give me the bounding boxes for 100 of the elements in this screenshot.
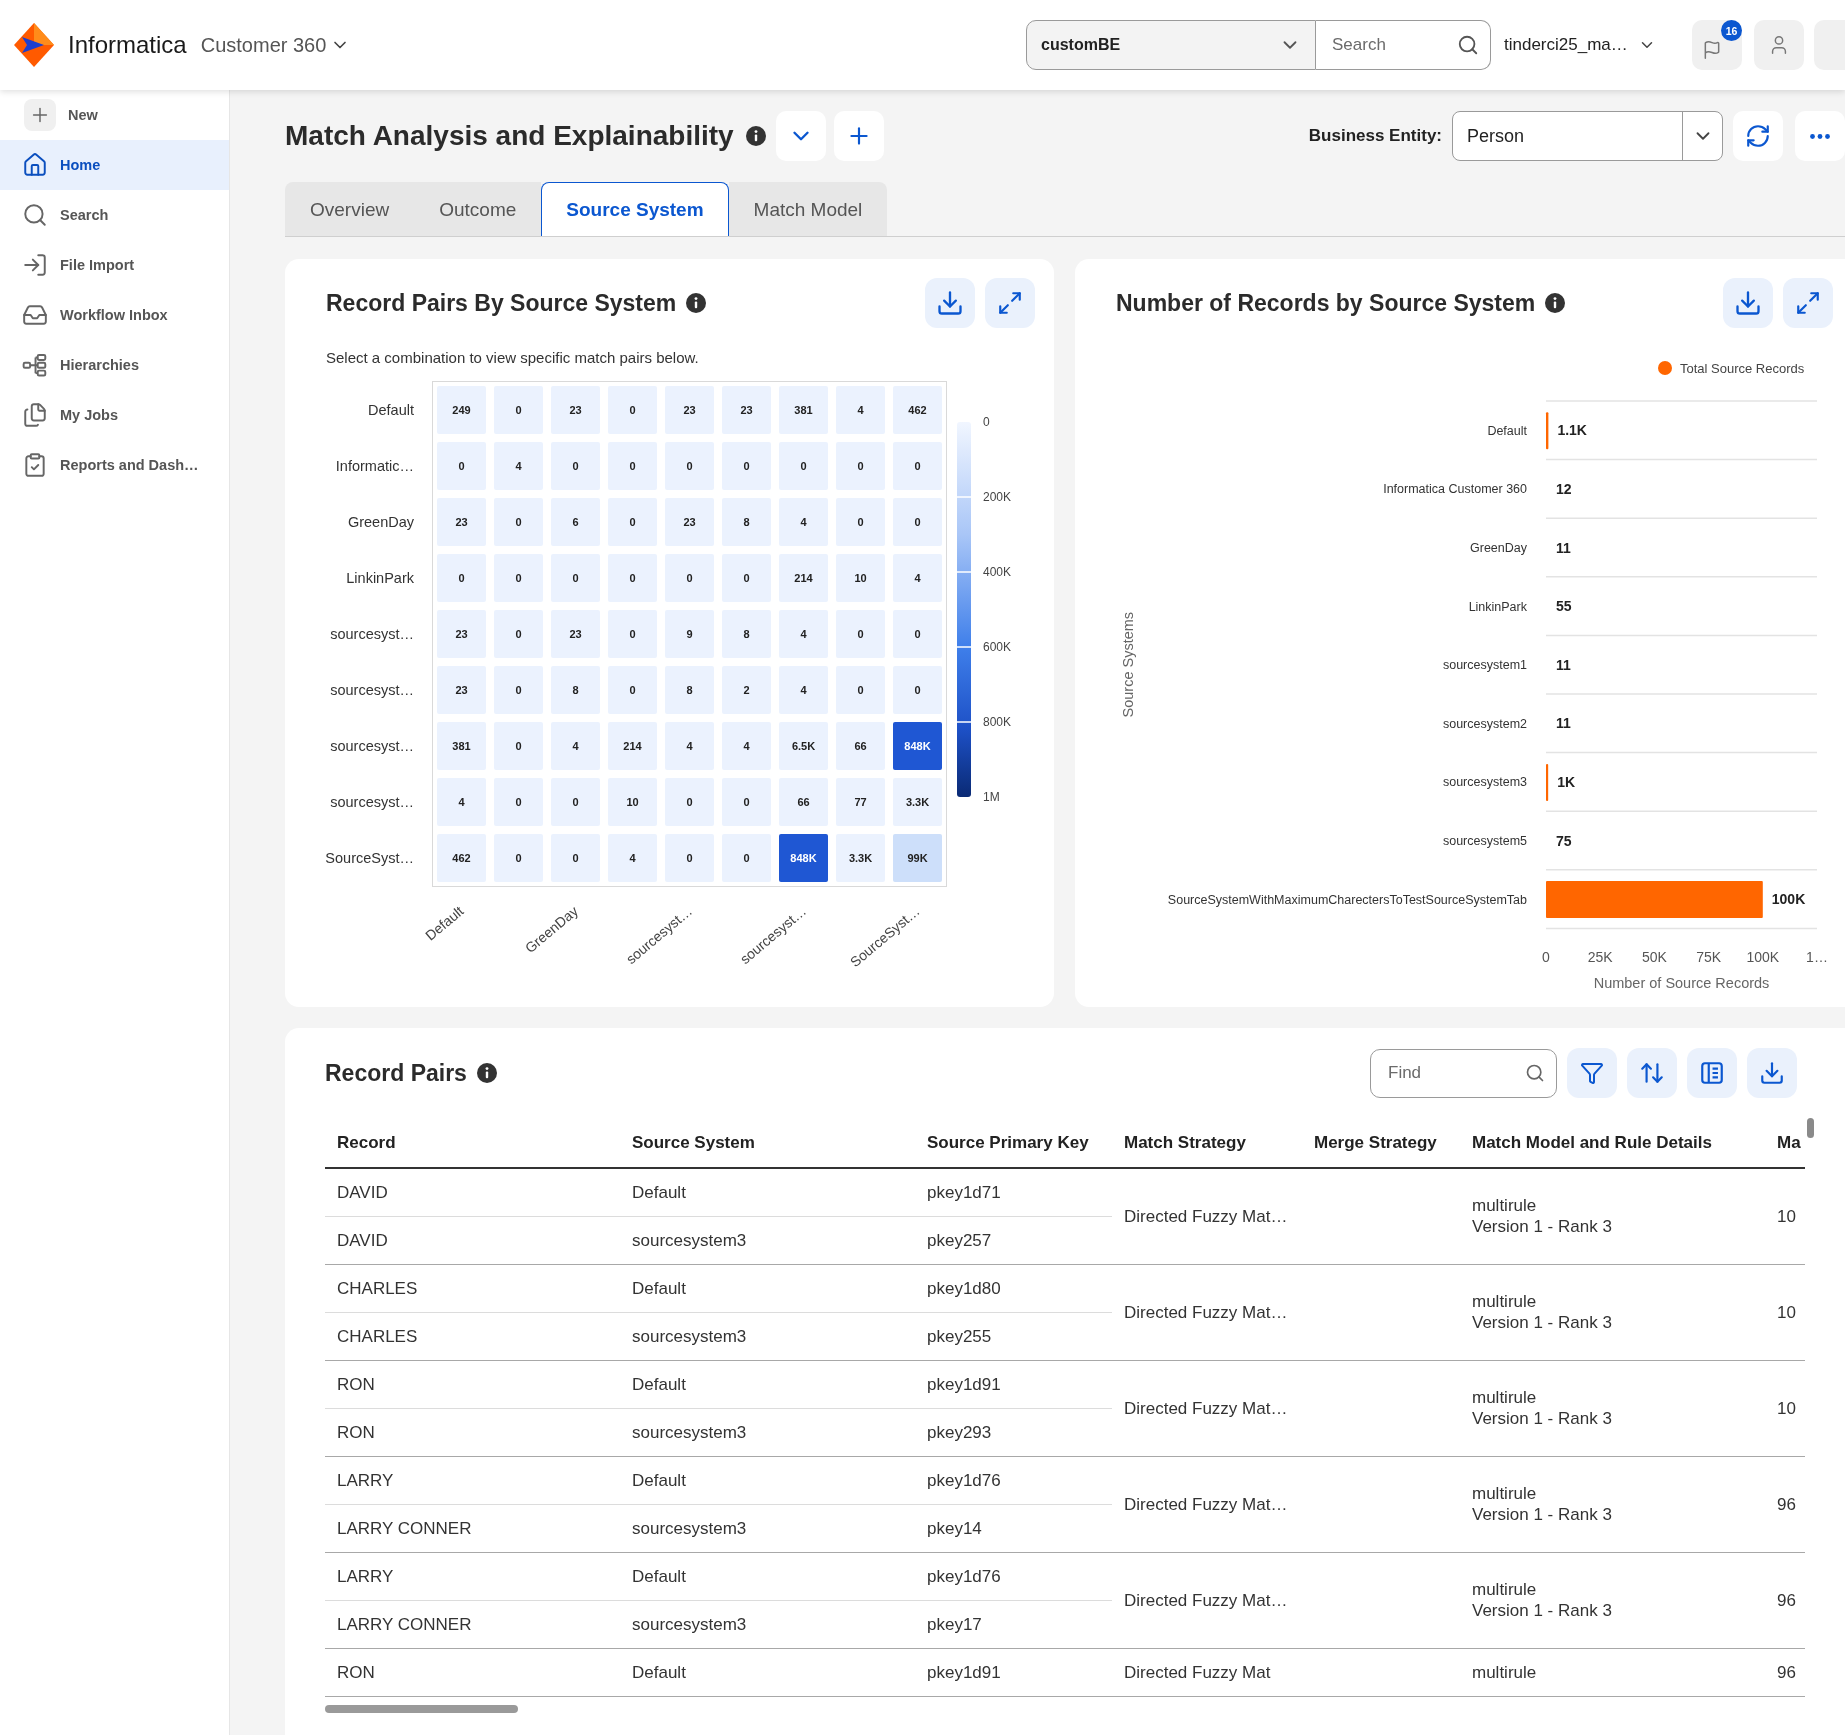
heatmap-cell[interactable]: 8	[722, 498, 771, 546]
tab[interactable]: Match Model	[728, 182, 888, 236]
sidebar-item[interactable]: File Import	[0, 240, 229, 290]
heatmap-cell[interactable]: 4	[779, 498, 828, 546]
heatmap-cell[interactable]: 23	[665, 498, 714, 546]
heatmap-cell[interactable]: 381	[437, 722, 486, 770]
heatmap-cell[interactable]: 0	[665, 554, 714, 602]
heatmap-cell[interactable]: 462	[437, 834, 486, 882]
heatmap-cell[interactable]: 99K	[893, 834, 942, 882]
download-button[interactable]	[925, 278, 975, 328]
heatmap-cell[interactable]: 23	[437, 666, 486, 714]
heatmap-cell[interactable]: 0	[893, 498, 942, 546]
heatmap-cell[interactable]: 381	[779, 386, 828, 434]
refresh-button[interactable]	[1733, 111, 1783, 161]
sidebar-item[interactable]: Hierarchies	[0, 340, 229, 390]
heatmap-cell[interactable]: 8	[665, 666, 714, 714]
heatmap-cell[interactable]: 0	[551, 834, 600, 882]
heatmap-cell[interactable]: 8	[551, 666, 600, 714]
heatmap-cell[interactable]: 23	[437, 498, 486, 546]
sidebar-item[interactable]: New	[0, 90, 229, 140]
heatmap-cell[interactable]: 0	[437, 554, 486, 602]
heatmap-cell[interactable]: 848K	[779, 834, 828, 882]
add-button[interactable]	[833, 111, 884, 161]
heatmap-cell[interactable]: 4	[836, 386, 885, 434]
heatmap-cell[interactable]: 0	[893, 666, 942, 714]
heatmap-cell[interactable]: 3.3K	[836, 834, 885, 882]
heatmap-cell[interactable]: 0	[722, 778, 771, 826]
heatmap-cell[interactable]: 0	[665, 442, 714, 490]
heatmap-cell[interactable]: 4	[551, 722, 600, 770]
heatmap-cell[interactable]: 0	[494, 498, 543, 546]
heatmap-cell[interactable]: 4	[494, 442, 543, 490]
heatmap-cell[interactable]: 10	[836, 554, 885, 602]
heatmap-cell[interactable]: 0	[893, 610, 942, 658]
heatmap-cell[interactable]: 0	[494, 386, 543, 434]
heatmap-cell[interactable]: 214	[779, 554, 828, 602]
heatmap-cell[interactable]: 0	[494, 610, 543, 658]
columns-button[interactable]	[1687, 1048, 1737, 1098]
heatmap-cell[interactable]: 0	[779, 442, 828, 490]
more-button[interactable]	[1795, 111, 1845, 161]
app-switcher[interactable]: Customer 360	[198, 29, 353, 61]
heatmap-cell[interactable]: 0	[893, 442, 942, 490]
sort-button[interactable]	[1627, 1048, 1677, 1098]
entity-select[interactable]: customBE	[1026, 20, 1316, 70]
tab[interactable]: Outcome	[414, 182, 542, 236]
heatmap-cell[interactable]: 23	[722, 386, 771, 434]
user-menu[interactable]: tinderci25_ma…	[1504, 35, 1680, 55]
heatmap-cell[interactable]: 4	[779, 666, 828, 714]
heatmap-cell[interactable]: 77	[836, 778, 885, 826]
heatmap-cell[interactable]: 0	[608, 554, 657, 602]
business-entity-select[interactable]: Person	[1452, 111, 1723, 161]
heatmap-cell[interactable]: 0	[608, 610, 657, 658]
heatmap-cell[interactable]: 4	[722, 722, 771, 770]
heatmap-cell[interactable]: 66	[779, 778, 828, 826]
heatmap-cell[interactable]: 0	[836, 666, 885, 714]
heatmap-cell[interactable]: 23	[551, 386, 600, 434]
heatmap-cell[interactable]: 0	[494, 666, 543, 714]
column-header[interactable]: Record	[325, 1118, 620, 1168]
sidebar-item[interactable]: Home	[0, 140, 229, 190]
heatmap-cell[interactable]: 6	[551, 498, 600, 546]
heatmap-cell[interactable]: 214	[608, 722, 657, 770]
notifications-button[interactable]: 16	[1692, 20, 1742, 70]
sidebar-item[interactable]: Reports and Dash…	[0, 440, 229, 490]
sidebar-item[interactable]: Search	[0, 190, 229, 240]
heatmap-cell[interactable]: 0	[722, 554, 771, 602]
heatmap-cell[interactable]: 4	[665, 722, 714, 770]
heatmap-cell[interactable]: 4	[893, 554, 942, 602]
download-button[interactable]	[1747, 1048, 1797, 1098]
find-field[interactable]: Find	[1370, 1048, 1557, 1098]
heatmap-cell[interactable]: 249	[437, 386, 486, 434]
heatmap-cell[interactable]: 0	[494, 554, 543, 602]
tab[interactable]: Overview	[285, 182, 415, 236]
heatmap-cell[interactable]: 4	[779, 610, 828, 658]
heatmap-cell[interactable]: 848K	[893, 722, 942, 770]
heatmap-cell[interactable]: 9	[665, 610, 714, 658]
column-header[interactable]: Merge Strategy	[1302, 1118, 1460, 1168]
heatmap-cell[interactable]: 66	[836, 722, 885, 770]
heatmap-cell[interactable]: 0	[494, 778, 543, 826]
heatmap-cell[interactable]: 0	[551, 442, 600, 490]
heatmap-cell[interactable]: 0	[665, 834, 714, 882]
heatmap-cell[interactable]: 0	[722, 442, 771, 490]
heatmap-cell[interactable]: 23	[551, 610, 600, 658]
heatmap-cell[interactable]: 2	[722, 666, 771, 714]
heatmap-cell[interactable]: 10	[608, 778, 657, 826]
heatmap-cell[interactable]: 4	[608, 834, 657, 882]
profile-button[interactable]	[1754, 20, 1804, 70]
heatmap-cell[interactable]: 0	[608, 386, 657, 434]
heatmap-cell[interactable]: 0	[551, 554, 600, 602]
heatmap-cell[interactable]: 0	[494, 722, 543, 770]
download-button[interactable]	[1723, 278, 1773, 328]
scrollbar-thumb[interactable]	[1807, 1118, 1814, 1138]
heatmap-cell[interactable]: 4	[437, 778, 486, 826]
heatmap-cell[interactable]: 0	[836, 442, 885, 490]
column-header[interactable]: Source Primary Key	[915, 1118, 1112, 1168]
tab[interactable]: Source System	[541, 182, 729, 236]
heatmap-cell[interactable]: 0	[608, 498, 657, 546]
heatmap-cell[interactable]: 8	[722, 610, 771, 658]
column-header[interactable]: Match Strategy	[1112, 1118, 1302, 1168]
heatmap-cell[interactable]: 23	[437, 610, 486, 658]
heatmap-cell[interactable]: 23	[665, 386, 714, 434]
expand-button[interactable]	[985, 278, 1035, 328]
